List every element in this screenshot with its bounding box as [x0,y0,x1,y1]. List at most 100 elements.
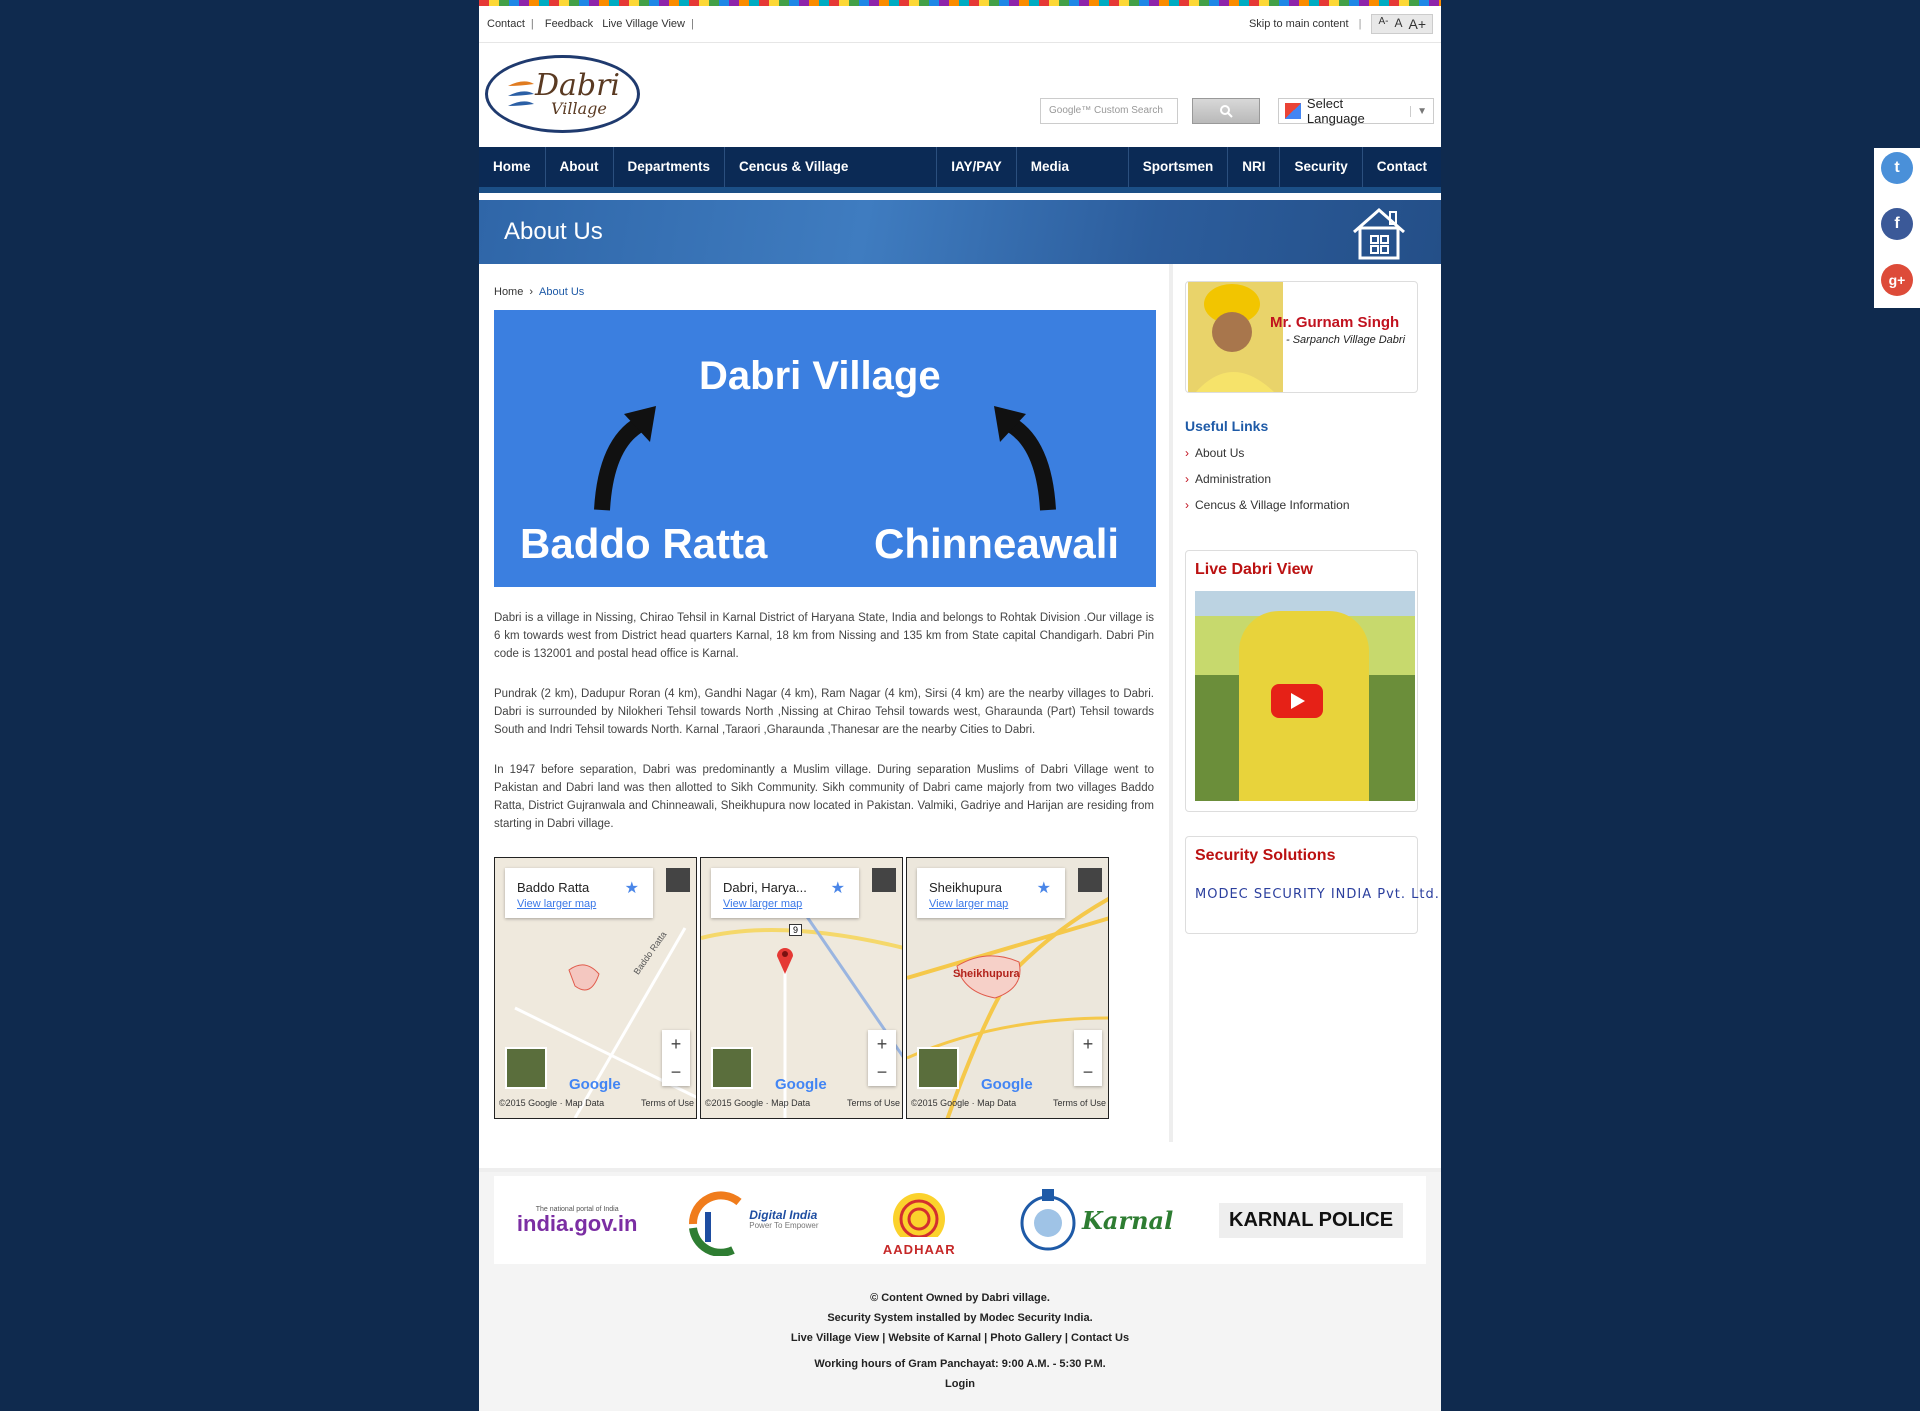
avatar [666,868,690,892]
footer-link-contact[interactable]: Contact Us [1071,1332,1129,1344]
map-baddo-ratta[interactable]: Baddo Ratta Baddo Ratta ★ View larger ma… [494,857,697,1119]
sign-right-text: Chinneawali [874,520,1120,567]
satellite-toggle[interactable] [917,1047,959,1089]
search-button[interactable] [1192,98,1260,124]
map-place-name: Sheikhupura [929,880,1002,895]
sarpanch-card: Mr. Gurnam Singh - Sarpanch Village Dabr… [1185,281,1418,393]
nav-about[interactable]: About [546,147,614,187]
map-place-name: Baddo Ratta [517,880,590,895]
useful-link-administration[interactable]: Administration [1185,472,1418,486]
map-dabri[interactable]: 9 Dabri, Harya... ★ View larger map + − G… [700,857,903,1119]
search-input[interactable]: Google™ Custom Search [1040,98,1178,124]
map-sheikhupura[interactable]: Sheikhupura Sheikhupura ★ View larger ma… [906,857,1109,1119]
star-icon[interactable]: ★ [1037,878,1051,898]
contact-link[interactable]: Contact [487,18,525,30]
twitter-icon[interactable]: t [1881,152,1913,184]
digital-india-logo[interactable]: Digital India Power To Empower [683,1184,818,1256]
sarpanch-name: Mr. Gurnam Singh [1270,314,1400,331]
map-card: Baddo Ratta ★ View larger map [505,868,653,918]
terms-link[interactable]: Terms of Use [1053,1098,1106,1108]
zoom-controls: + − [662,1030,690,1086]
terms-link[interactable]: Terms of Use [641,1098,694,1108]
live-village-view-link[interactable]: Live Village View [602,18,685,30]
font-decrease-button[interactable]: A- [1378,16,1388,32]
aadhaar-logo[interactable]: AADHAAR [864,1183,974,1257]
nav-departments[interactable]: Departments [614,147,726,187]
home-icon[interactable] [1350,206,1408,261]
nav-nri[interactable]: NRI [1228,147,1281,187]
zoom-out-button[interactable]: − [868,1058,896,1086]
about-paragraph-2: Pundrak (2 km), Dadupur Roran (4 km), Ga… [494,688,1154,736]
footer-link-karnal[interactable]: Website of Karnal [888,1332,981,1344]
footer-link-gallery[interactable]: Photo Gallery [990,1332,1062,1344]
star-icon[interactable]: ★ [831,878,845,898]
footer-link-live-view[interactable]: Live Village View [791,1332,879,1344]
view-larger-map-link[interactable]: View larger map [929,898,1008,910]
useful-links: About Us Administration Cencus & Village… [1185,446,1418,512]
zoom-controls: + − [1074,1030,1102,1086]
digital-india-icon [689,1191,742,1256]
nav-census[interactable]: Cencus & Village Information [725,147,938,214]
footer-content-owner: © Content Owned by Dabri village. [870,1292,1050,1304]
google-plus-icon[interactable]: g+ [1881,264,1913,296]
breadcrumb-separator: › [529,286,534,298]
view-larger-map-link[interactable]: View larger map [517,898,596,910]
useful-links-heading: Useful Links [1185,418,1269,434]
font-increase-button[interactable]: A+ [1408,16,1426,32]
google-logo: Google [981,1076,1033,1093]
useful-link-census[interactable]: Cencus & Village Information [1185,498,1418,512]
play-icon[interactable] [1271,684,1323,718]
maps-row: Baddo Ratta Baddo Ratta ★ View larger ma… [494,857,1154,1119]
security-box: Security Solutions MODEC SECURITY INDIA … [1185,836,1439,934]
view-larger-map-link[interactable]: View larger map [723,898,802,910]
karnal-emblem-icon [1020,1189,1076,1251]
zoom-in-button[interactable]: + [662,1030,690,1058]
map-footer: ©2015 Google · Map Data Terms of Use [705,1098,900,1108]
india-gov-logo[interactable]: The national portal of India india.gov.i… [517,1206,638,1235]
satellite-toggle[interactable] [711,1047,753,1089]
sign-left-text: Baddo Ratta [520,520,768,567]
map-footer: ©2015 Google · Map Data Terms of Use [499,1098,694,1108]
security-heading: Security Solutions [1195,847,1336,864]
breadcrumb-home[interactable]: Home [494,286,523,298]
nav-security[interactable]: Security [1280,147,1363,187]
skip-to-main-link[interactable]: Skip to main content [1249,18,1349,30]
karnal-logo[interactable]: Karnal [1020,1187,1173,1253]
avatar [1078,868,1102,892]
zoom-controls: + − [868,1030,896,1086]
useful-link-about[interactable]: About Us [1185,446,1418,460]
content: Home › About Us Dabri Village Baddo Ratta … [479,264,1173,1142]
map-city-label: Sheikhupura [953,968,1020,980]
zoom-in-button[interactable]: + [868,1030,896,1058]
main-nav: Home About Departments Cencus & Village … [479,147,1441,214]
google-logo: Google [569,1076,621,1093]
zoom-out-button[interactable]: − [662,1058,690,1086]
modec-security-logo[interactable]: MODEC SECURITY INDIA Pvt. Ltd. [1195,887,1439,902]
page-title: About Us [504,218,603,245]
nav-iay-pay[interactable]: IAY/PAY [937,147,1017,187]
dabri-village-logo[interactable]: Dabri Village [485,55,640,133]
satellite-toggle[interactable] [505,1047,547,1089]
live-video[interactable] [1195,591,1415,801]
google-translate-icon [1285,103,1301,119]
google-logo: Google [775,1076,827,1093]
facebook-icon[interactable]: f [1881,208,1913,240]
footer-security-note: Security System installed by Modec Secur… [827,1312,1093,1324]
live-view-box: Live Dabri View [1185,550,1418,812]
language-select[interactable]: Select Language ▼ [1278,96,1434,126]
font-normal-button[interactable]: A [1394,16,1402,32]
nav-sportsmen[interactable]: Sportsmen [1129,147,1229,187]
feedback-link[interactable]: Feedback [545,18,593,30]
star-icon[interactable]: ★ [625,878,639,898]
nav-media-center[interactable]: Media Center [1017,147,1129,214]
nav-home[interactable]: Home [479,147,546,187]
sidebar: Mr. Gurnam Singh - Sarpanch Village Dabr… [1173,264,1439,1142]
zoom-out-button[interactable]: − [1074,1058,1102,1086]
village-sign-image: Dabri Village Baddo Ratta Chinneawali [494,310,1156,587]
karnal-police-logo[interactable]: KARNAL POLICE [1219,1202,1404,1238]
terms-link[interactable]: Terms of Use [847,1098,900,1108]
zoom-in-button[interactable]: + [1074,1030,1102,1058]
nav-contact[interactable]: Contact [1363,147,1441,187]
search-icon [1220,105,1233,118]
login-link[interactable]: Login [945,1378,975,1390]
